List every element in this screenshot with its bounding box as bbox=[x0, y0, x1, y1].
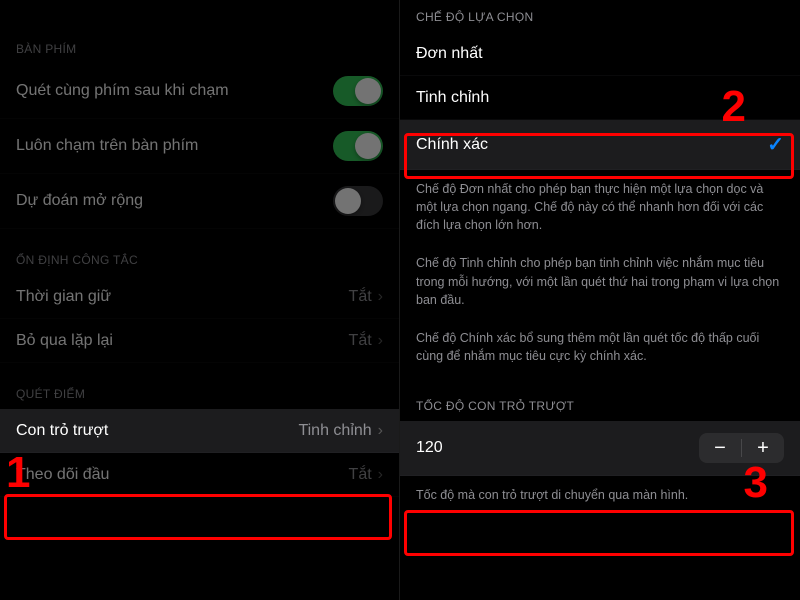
mode-desc-3: Chế độ Chính xác bổ sung thêm một lần qu… bbox=[400, 319, 800, 375]
hold-duration-label: Thời gian giữ bbox=[16, 288, 111, 306]
switch-stab-header: ỔN ĐỊNH CÔNG TẮC bbox=[0, 229, 399, 275]
head-tracking-value: Tắt bbox=[349, 466, 372, 484]
stepper-plus-button[interactable]: + bbox=[742, 433, 784, 463]
point-scan-header: QUÉT ĐIỂM bbox=[0, 363, 399, 409]
chevron-right-icon: › bbox=[378, 422, 383, 440]
gliding-cursor-value: Tinh chỉnh bbox=[298, 422, 371, 440]
chevron-right-icon: › bbox=[378, 466, 383, 484]
highlight-1 bbox=[4, 494, 392, 540]
mode-single-label: Đơn nhất bbox=[416, 45, 483, 63]
mode-precise-row[interactable]: Chính xác ✓ bbox=[400, 120, 800, 170]
right-settings-panel: CHẾ ĐỘ LỰA CHỌN Đơn nhất Tinh chỉnh Chín… bbox=[400, 0, 800, 600]
extended-predict-toggle[interactable] bbox=[333, 186, 383, 216]
chevron-right-icon: › bbox=[378, 332, 383, 350]
keyboard-section-header: BÀN PHÍM bbox=[0, 18, 399, 64]
ignore-repeat-row[interactable]: Bỏ qua lặp lại Tắt › bbox=[0, 319, 399, 363]
hold-duration-value: Tắt bbox=[349, 288, 372, 306]
ignore-repeat-value: Tắt bbox=[349, 332, 372, 350]
checkmark-icon: ✓ bbox=[767, 132, 784, 157]
head-tracking-row[interactable]: Theo dõi đầu Tắt › bbox=[0, 453, 399, 497]
always-tap-label: Luôn chạm trên bàn phím bbox=[16, 137, 198, 155]
mode-precise-label: Chính xác bbox=[416, 136, 488, 154]
mode-refined-row[interactable]: Tinh chỉnh bbox=[400, 76, 800, 120]
gliding-cursor-row[interactable]: Con trỏ trượt Tinh chỉnh › bbox=[0, 409, 399, 453]
highlight-3 bbox=[404, 510, 794, 556]
hold-duration-row[interactable]: Thời gian giữ Tắt › bbox=[0, 275, 399, 319]
extended-predict-row[interactable]: Dự đoán mở rộng bbox=[0, 174, 399, 229]
stepper-minus-button[interactable]: − bbox=[699, 433, 741, 463]
always-tap-toggle[interactable] bbox=[333, 131, 383, 161]
chevron-right-icon: › bbox=[378, 288, 383, 306]
always-tap-row[interactable]: Luôn chạm trên bàn phím bbox=[0, 119, 399, 174]
cursor-speed-row: 120 − + bbox=[400, 421, 800, 476]
scan-after-tap-toggle[interactable] bbox=[333, 76, 383, 106]
extended-predict-label: Dự đoán mở rộng bbox=[16, 192, 143, 210]
mode-desc-1: Chế độ Đơn nhất cho phép bạn thực hiện m… bbox=[400, 170, 800, 244]
selection-mode-header: CHẾ ĐỘ LỰA CHỌN bbox=[400, 0, 800, 32]
scan-after-tap-row[interactable]: Quét cùng phím sau khi chạm bbox=[0, 64, 399, 119]
mode-refined-label: Tinh chỉnh bbox=[416, 89, 489, 107]
mode-desc-2: Chế độ Tinh chỉnh cho phép bạn tinh chỉn… bbox=[400, 244, 800, 318]
ignore-repeat-label: Bỏ qua lặp lại bbox=[16, 332, 113, 350]
gliding-cursor-label: Con trỏ trượt bbox=[16, 422, 108, 440]
scan-after-tap-label: Quét cùng phím sau khi chạm bbox=[16, 82, 229, 100]
cursor-speed-footer: Tốc độ mà con trỏ trượt di chuyển qua mà… bbox=[400, 476, 800, 514]
cursor-speed-stepper: − + bbox=[699, 433, 784, 463]
head-tracking-label: Theo dõi đầu bbox=[16, 466, 109, 484]
left-settings-panel: BÀN PHÍM Quét cùng phím sau khi chạm Luô… bbox=[0, 0, 400, 600]
mode-single-row[interactable]: Đơn nhất bbox=[400, 32, 800, 76]
cursor-speed-value: 120 bbox=[416, 439, 443, 457]
cursor-speed-header: TỐC ĐỘ CON TRỎ TRƯỢT bbox=[400, 375, 800, 421]
